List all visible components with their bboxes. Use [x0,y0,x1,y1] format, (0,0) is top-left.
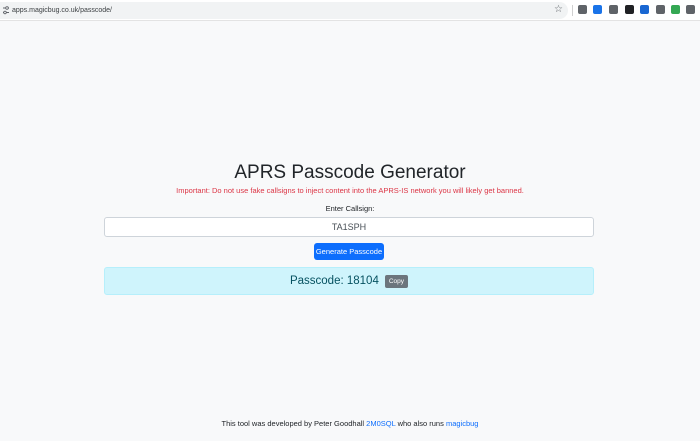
extension-download-icon[interactable] [609,5,618,14]
extension-refresh-icon[interactable] [671,5,680,14]
passcode-value: Passcode: 18104 [289,275,379,287]
url-text[interactable]: apps.magicbug.co.uk/passcode/ [12,5,112,16]
callsign-label: Enter Callsign: [325,204,375,213]
footer-prefix: This tool was developed by Peter Goodhal… [221,419,367,428]
copy-button[interactable]: Copy [384,274,409,288]
passcode-result: Passcode: 18104 Copy [104,267,594,295]
author-link[interactable]: 2M0SQL [366,419,395,428]
toolbar-divider [572,5,573,16]
browser-toolbar: apps.magicbug.co.uk/passcode/ ☆ [0,0,700,21]
extension-globe-icon[interactable] [593,5,602,14]
extension-pen-icon[interactable] [625,5,634,14]
site-link[interactable]: magicbug [446,419,479,428]
bookmark-star-icon[interactable]: ☆ [553,4,564,16]
footer-middle: who also runs [395,419,446,428]
footer: This tool was developed by Peter Goodhal… [0,419,700,429]
passcode-line: Passcode: 18104 Copy [105,268,593,294]
warning-message: Important: Do not use fake callsigns to … [176,186,524,195]
site-info-icon[interactable] [2,6,10,15]
address-bar[interactable]: apps.magicbug.co.uk/passcode/ ☆ [0,2,568,19]
extension-reading-list-icon[interactable] [578,5,587,14]
extension-shield-icon[interactable] [640,5,649,14]
page-content: APRS Passcode Generator Important: Do no… [0,21,700,441]
extension-document-icon[interactable] [656,5,665,14]
generate-passcode-button[interactable]: Generate Passcode [314,243,384,260]
page-title: APRS Passcode Generator [234,162,466,183]
callsign-input[interactable] [104,217,594,237]
extension-grid-icon[interactable] [686,5,695,14]
